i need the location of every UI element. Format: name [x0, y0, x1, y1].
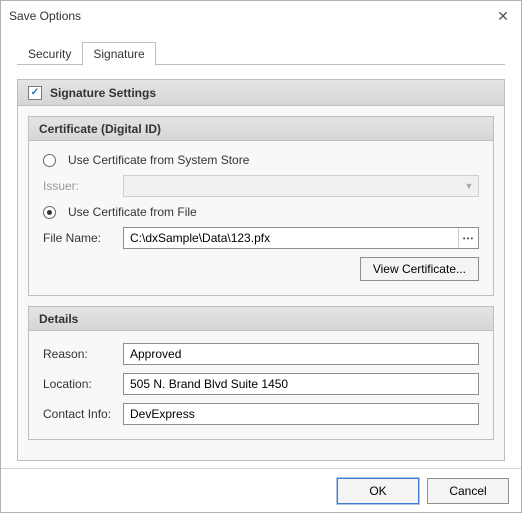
view-certificate-button[interactable]: View Certificate... — [360, 257, 479, 281]
titlebar: Save Options ✕ — [1, 1, 521, 31]
details-group: Details Reason: Location: Contact Info: — [28, 306, 494, 440]
close-icon[interactable]: ✕ — [493, 6, 513, 26]
signature-settings-label: Signature Settings — [50, 86, 156, 100]
signature-settings-header: ✓ Signature Settings — [18, 80, 504, 106]
tab-security[interactable]: Security — [17, 42, 82, 65]
cert-system-row: Use Certificate from System Store — [43, 153, 479, 167]
cert-file-radio[interactable] — [43, 206, 56, 219]
reason-input[interactable] — [123, 343, 479, 365]
signature-panel: ✓ Signature Settings Certificate (Digita… — [17, 79, 505, 461]
cert-system-label: Use Certificate from System Store — [68, 153, 249, 167]
window-title: Save Options — [9, 9, 493, 23]
browse-button[interactable]: ••• — [458, 228, 478, 248]
filename-field-wrap: ••• — [123, 227, 479, 249]
cert-file-label: Use Certificate from File — [68, 205, 197, 219]
tab-bar: Security Signature — [1, 31, 521, 65]
dialog-content: ✓ Signature Settings Certificate (Digita… — [1, 65, 521, 461]
details-group-title: Details — [29, 307, 493, 331]
location-row: Location: — [43, 373, 479, 395]
dialog-footer: OK Cancel — [1, 468, 521, 512]
contact-input[interactable] — [123, 403, 479, 425]
cert-system-radio[interactable] — [43, 154, 56, 167]
filename-input[interactable] — [124, 228, 458, 248]
reason-row: Reason: — [43, 343, 479, 365]
issuer-row: Issuer: ▼ — [43, 175, 479, 197]
issuer-select: ▼ — [123, 175, 479, 197]
filename-row: File Name: ••• — [43, 227, 479, 249]
cancel-button[interactable]: Cancel — [427, 478, 509, 504]
location-input[interactable] — [123, 373, 479, 395]
location-label: Location: — [43, 377, 115, 391]
contact-label: Contact Info: — [43, 407, 115, 421]
issuer-label: Issuer: — [43, 179, 115, 193]
contact-row: Contact Info: — [43, 403, 479, 425]
chevron-down-icon: ▼ — [460, 176, 478, 196]
certificate-group: Certificate (Digital ID) Use Certificate… — [28, 116, 494, 296]
tab-signature[interactable]: Signature — [82, 42, 155, 66]
certificate-group-title: Certificate (Digital ID) — [29, 117, 493, 141]
reason-label: Reason: — [43, 347, 115, 361]
cert-file-row: Use Certificate from File — [43, 205, 479, 219]
filename-label: File Name: — [43, 231, 115, 245]
signature-enable-checkbox[interactable]: ✓ — [28, 86, 42, 100]
ok-button[interactable]: OK — [337, 478, 419, 504]
